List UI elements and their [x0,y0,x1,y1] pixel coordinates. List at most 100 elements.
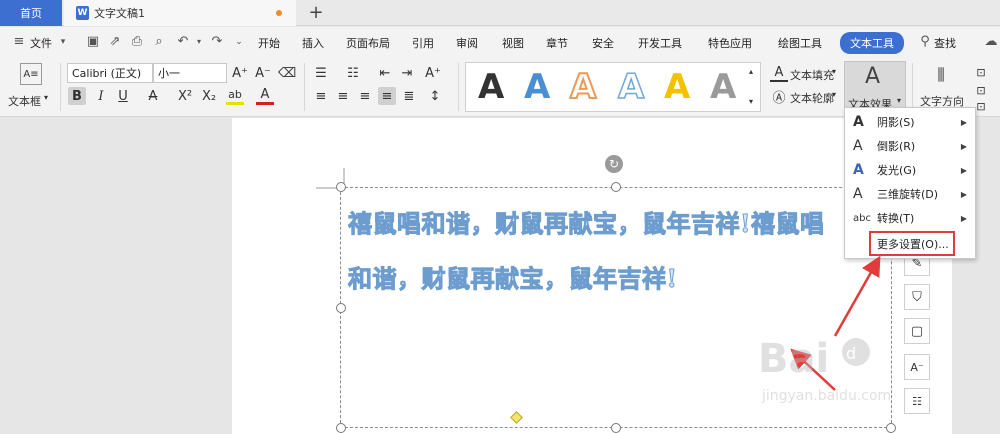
decrease-indent-icon[interactable]: ⇤ [376,64,394,82]
bold-button[interactable]: B [68,87,86,105]
align-left-icon[interactable]: ≡ [312,87,330,105]
submenu-arrow-icon: ▶ [960,117,967,127]
font-size-select[interactable]: 小一 [153,63,227,83]
menu-developer[interactable]: 开发工具 [638,35,682,51]
doc-tab-label: 文字文稿1 [94,7,145,20]
numbering-icon[interactable]: ☷ [344,64,362,82]
menu-references[interactable]: 引用 [412,35,434,51]
preview-icon[interactable]: ⌕ [152,35,166,49]
text-fill-icon[interactable]: A [770,64,788,82]
style-preset-yellow[interactable]: A [664,67,690,107]
menu-drawing-tools[interactable]: 绘图工具 [778,35,822,51]
textbox-label[interactable]: 文本框 [8,93,41,109]
distribute-icon[interactable]: ≣ [400,87,418,105]
grow-font-icon[interactable]: A⁺ [231,64,249,82]
menu-item-label: 三维旋转(D) [877,188,939,201]
increase-indent-icon[interactable]: ⇥ [398,64,416,82]
style-preset-orange-outline[interactable]: A [569,66,597,108]
text-box-content[interactable]: 禧鼠唱和谐，财鼠再献宝，鼠年吉祥!禧鼠唱和谐，财鼠再献宝，鼠年吉祥! [348,196,838,306]
chevron-down-icon[interactable]: ▾ [56,35,70,49]
text-effect-icon: A [865,64,881,89]
redo-icon[interactable]: ↷ [210,35,224,49]
undo-dropdown-icon[interactable]: ▾ [192,35,206,49]
menu-file[interactable]: 文件 [30,35,52,51]
menu-view[interactable]: 视图 [502,35,524,51]
shrink-font-icon[interactable]: A⁻ [254,64,272,82]
gallery-scroll-down-icon[interactable]: ▾ [749,97,753,106]
tab-document[interactable]: W 文字文稿1 [64,0,296,26]
align-center-icon[interactable]: ≡ [334,87,352,105]
style-preset-blue-outline[interactable]: A [617,66,645,108]
tab-home[interactable]: 首页 [0,0,62,26]
hamburger-menu-icon[interactable]: ≡ [12,35,26,49]
menu-page-layout[interactable]: 页面布局 [346,35,390,51]
align-right-icon[interactable]: ≡ [356,87,374,105]
resize-handle[interactable] [611,423,621,433]
text-outline-button[interactable]: 文本轮廓 [790,90,834,106]
italic-button[interactable]: I [92,87,110,105]
highlight-icon[interactable]: ab [226,87,244,105]
text-style-gallery: A A A A A A ▴ ▾ [465,62,761,112]
submenu-arrow-icon: ▶ [960,189,967,199]
rotate-handle-icon[interactable]: ↻ [605,155,623,173]
menu-search[interactable]: 查找 [934,35,956,51]
menu-item-reflection[interactable]: A 倒影(R) ▶ [845,134,975,158]
menu-item-glow[interactable]: A 发光(G) ▶ [845,158,975,182]
resize-handle[interactable] [336,182,346,192]
menu-item-label: 发光(G) [877,164,917,177]
textbox-dropdown-icon[interactable]: ▾ [44,93,48,102]
text-fill-button[interactable]: 文本填充 [790,67,834,83]
strikethrough-icon[interactable]: A [144,87,162,105]
style-preset-blue[interactable]: A [524,67,550,107]
undo-icon[interactable]: ↶ [176,35,190,49]
resize-handle[interactable] [611,182,621,192]
resize-handle[interactable] [336,303,346,313]
submenu-arrow-icon: ▶ [960,165,967,175]
resize-handle[interactable] [886,423,896,433]
menu-item-3d-rotation[interactable]: A 三维旋转(D) ▶ [845,182,975,206]
menu-special[interactable]: 特色应用 [708,35,752,51]
line-spacing-icon[interactable]: ↕ [426,87,444,105]
font-name-select[interactable]: Calibri (正文) [67,63,153,83]
cloud-icon[interactable]: ☁ [984,35,998,49]
fill-icon[interactable]: ⛉ [904,284,930,310]
menu-start[interactable]: 开始 [258,35,280,51]
menu-text-tools[interactable]: 文本工具 [840,32,904,54]
subscript-icon[interactable]: X₂ [200,87,218,105]
export-icon[interactable]: ⇗ [108,35,122,49]
chevron-down-icon[interactable]: ▾ [832,90,836,99]
menu-item-shadow[interactable]: A 阴影(S) ▶ [845,110,975,134]
bullets-icon[interactable]: ☰ [312,64,330,82]
text-outline-icon[interactable]: Ⓐ [770,87,788,106]
search-icon[interactable]: ⚲ [918,35,932,49]
resize-handle[interactable] [336,423,346,433]
divider [458,63,459,111]
text-size-icon[interactable]: A⁺ [424,64,442,82]
textbox-icon[interactable]: A≡ [20,63,42,85]
menu-chapter[interactable]: 章节 [546,35,568,51]
style-preset-black[interactable]: A [478,67,504,107]
justify-icon[interactable]: ≡ [378,87,396,105]
print-icon[interactable]: ⎙ [130,35,144,49]
clear-format-icon[interactable]: ⌫ [278,64,296,82]
menu-review[interactable]: 审阅 [456,35,478,51]
save-icon[interactable]: ▣ [86,35,100,49]
style-preset-gray[interactable]: A [710,67,736,107]
tab-bar: 首页 W 文字文稿1 + [0,0,1000,26]
customize-icon[interactable]: ⌄ [232,35,246,49]
underline-button[interactable]: U [114,87,132,105]
new-tab-button[interactable]: + [306,2,326,23]
submenu-arrow-icon: ▶ [960,141,967,151]
chevron-down-icon: ▾ [897,96,902,105]
gallery-scroll-up-icon[interactable]: ▴ [749,67,753,76]
chevron-down-icon[interactable]: ▾ [832,67,836,76]
menu-security[interactable]: 安全 [592,35,614,51]
menu-item-transform[interactable]: abc 转换(T) ▶ [845,206,975,230]
font-color-icon[interactable]: A [256,87,274,105]
watermark-site: jingyan.baidu.com [762,388,892,404]
text-direction-icon[interactable]: ⫼ [930,64,952,86]
align-top-icon[interactable]: ⊡ [972,63,990,81]
text-effects-button[interactable]: A 文本效果 ▾ [844,61,906,113]
superscript-icon[interactable]: X² [176,87,194,105]
menu-insert[interactable]: 插入 [302,35,324,51]
